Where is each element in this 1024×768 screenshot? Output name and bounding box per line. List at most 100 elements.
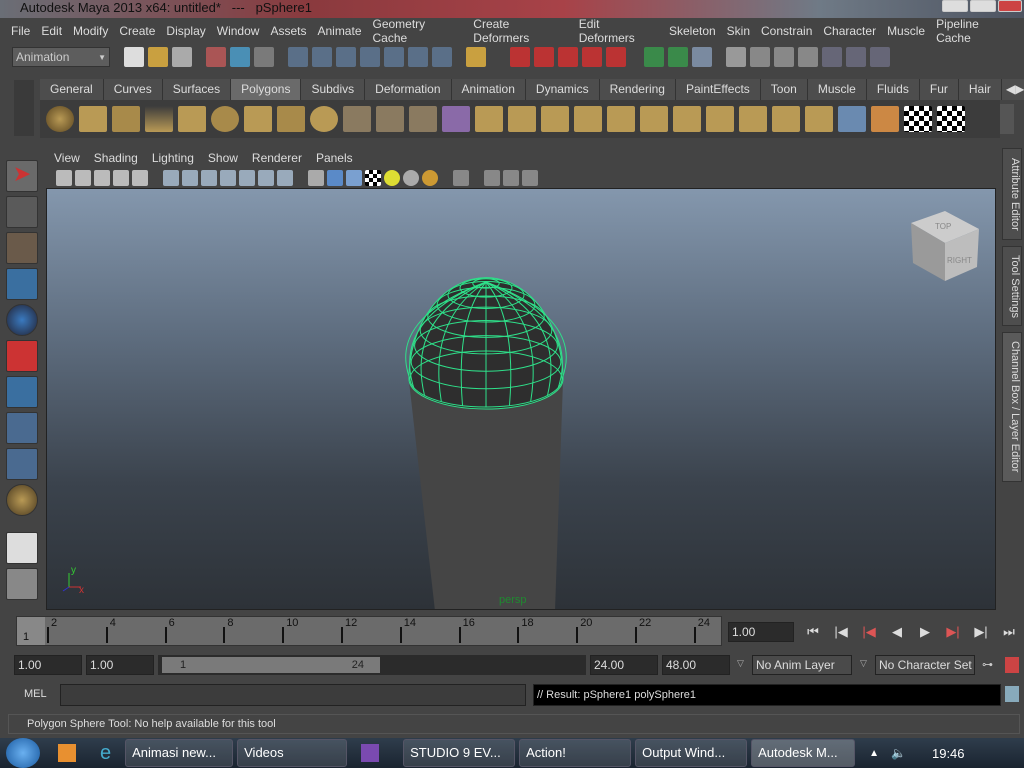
- play-backwards-button[interactable]: ◀: [886, 624, 908, 640]
- xray-joints-icon[interactable]: [503, 169, 519, 186]
- film-gate-icon[interactable]: [182, 169, 198, 186]
- help-icon[interactable]: [432, 47, 452, 67]
- menu-create[interactable]: Create: [116, 24, 163, 38]
- sculpt-icon[interactable]: [871, 106, 899, 132]
- shelf-tab-painteffects[interactable]: PaintEffects: [675, 79, 761, 100]
- select-tool-icon[interactable]: ➤: [6, 160, 38, 192]
- shelf-tab-animation[interactable]: Animation: [451, 79, 526, 100]
- extrude-icon[interactable]: [475, 106, 503, 132]
- xray-components-icon[interactable]: [522, 169, 538, 186]
- script-editor-icon[interactable]: [1005, 686, 1019, 702]
- menu-create-deformers[interactable]: Create Deformers: [470, 17, 575, 45]
- shelf-tab-surfaces[interactable]: Surfaces: [162, 79, 232, 100]
- paint-select-tool-icon[interactable]: [6, 232, 38, 264]
- snap-curve-icon[interactable]: [312, 47, 332, 67]
- gate-mask-icon[interactable]: [220, 169, 236, 186]
- insert-edge-loop-icon[interactable]: [607, 106, 635, 132]
- play-forwards-button[interactable]: ▶: [914, 624, 936, 640]
- start-button[interactable]: [6, 738, 40, 768]
- shelf-tab-dynamics[interactable]: Dynamics: [525, 79, 600, 100]
- offset-edge-loop-icon[interactable]: [640, 106, 668, 132]
- internet-explorer-icon[interactable]: e: [100, 742, 111, 765]
- step-forward-key-button[interactable]: ▶|: [942, 624, 964, 640]
- panel-menu-shading[interactable]: Shading: [94, 149, 138, 167]
- save-scene-icon[interactable]: [172, 47, 192, 67]
- shelf-tab-muscle[interactable]: Muscle: [807, 79, 867, 100]
- view-cube[interactable]: TOP RIGHT: [911, 211, 979, 281]
- shelf-tab-toon[interactable]: Toon: [760, 79, 808, 100]
- tool-settings-icon[interactable]: [846, 47, 866, 67]
- isolate-select-icon[interactable]: [453, 169, 469, 186]
- planar-mapping-icon[interactable]: [838, 106, 866, 132]
- volume-icon[interactable]: 🔈: [891, 746, 906, 760]
- menu-display[interactable]: Display: [163, 24, 213, 38]
- playback-end-field[interactable]: 24.00: [590, 655, 658, 675]
- snap-view-icon[interactable]: [360, 47, 380, 67]
- menu-edit-deformers[interactable]: Edit Deformers: [576, 17, 666, 45]
- field-chart-icon[interactable]: [239, 169, 255, 186]
- poly-sphere-icon[interactable]: [46, 106, 74, 132]
- step-forward-frame-button[interactable]: ▶|: [970, 624, 992, 640]
- default-light-icon[interactable]: [403, 169, 419, 186]
- minimize-button[interactable]: [942, 0, 968, 12]
- history-icon[interactable]: [692, 47, 712, 67]
- new-scene-icon[interactable]: [124, 47, 144, 67]
- append-polygon-icon[interactable]: [541, 106, 569, 132]
- particle-icon[interactable]: [408, 47, 428, 67]
- attribute-editor-icon[interactable]: [822, 47, 842, 67]
- menu-geometry-cache[interactable]: Geometry Cache: [370, 17, 471, 45]
- end-time-field[interactable]: 48.00: [662, 655, 730, 675]
- render-view-icon[interactable]: [726, 47, 746, 67]
- poly-cone-icon[interactable]: [145, 106, 173, 132]
- poly-torus-icon[interactable]: [211, 106, 239, 132]
- current-time-field[interactable]: 1.00: [728, 622, 794, 642]
- shelf-tab-polygons[interactable]: Polygons: [231, 79, 302, 100]
- separate-icon[interactable]: [376, 106, 404, 132]
- combine-icon[interactable]: [343, 106, 371, 132]
- xray-icon[interactable]: [484, 169, 500, 186]
- select-hierarchy-icon[interactable]: [206, 47, 226, 67]
- perspective-viewport[interactable]: persp y x TOP RIGHT: [46, 188, 996, 610]
- lasso-tool-icon[interactable]: [6, 196, 38, 228]
- render-settings-icon[interactable]: [798, 47, 818, 67]
- taskbar-item-action[interactable]: Action!: [519, 739, 632, 767]
- menu-set-dropdown[interactable]: Animation: [12, 47, 110, 67]
- menu-modify[interactable]: Modify: [70, 24, 116, 38]
- shelf-drag-handle[interactable]: [14, 80, 34, 136]
- split-polygon-icon[interactable]: [574, 106, 602, 132]
- output-icon[interactable]: [668, 47, 688, 67]
- ipr-render-icon[interactable]: [774, 47, 794, 67]
- time-slider[interactable]: 1 2 4 6 8 10 12 14 16 18 20 22 24: [16, 616, 722, 646]
- mel-command-input[interactable]: [60, 684, 526, 706]
- range-slider-handle[interactable]: 1 24: [162, 657, 380, 673]
- channel-box-tab[interactable]: Channel Box / Layer Editor: [1002, 332, 1022, 482]
- shelf-tab-hair[interactable]: Hair: [958, 79, 1002, 100]
- taskbar-item-chrome[interactable]: Animasi new...: [125, 739, 234, 767]
- menu-muscle[interactable]: Muscle: [884, 24, 933, 38]
- select-component-icon[interactable]: [254, 47, 274, 67]
- shelf-tab-deformation[interactable]: Deformation: [365, 79, 452, 100]
- poke-icon[interactable]: [805, 106, 833, 132]
- magnet-curve-icon[interactable]: [534, 47, 554, 67]
- snap-point-icon[interactable]: [336, 47, 356, 67]
- poly-soccer-ball-icon[interactable]: [310, 106, 338, 132]
- show-hidden-icons[interactable]: ▲: [869, 748, 879, 759]
- channel-box-icon[interactable]: [870, 47, 890, 67]
- panel-menu-renderer[interactable]: Renderer: [252, 149, 302, 167]
- taskbar-item-videos[interactable]: Videos: [237, 739, 348, 767]
- taskbar-item-output-window[interactable]: Output Wind...: [635, 739, 748, 767]
- animation-preferences-icon[interactable]: [1005, 657, 1019, 673]
- character-set-dropdown-arrow[interactable]: ▽: [860, 658, 867, 669]
- move-tool-icon[interactable]: [6, 268, 38, 300]
- shadows-icon[interactable]: [422, 169, 438, 186]
- taskbar-item-maya[interactable]: Autodesk M...: [751, 739, 856, 767]
- command-language-label[interactable]: MEL: [24, 688, 47, 700]
- input-icon[interactable]: [644, 47, 664, 67]
- shelf-tab-fur[interactable]: Fur: [919, 79, 959, 100]
- select-camera-icon[interactable]: [56, 169, 72, 186]
- menu-skin[interactable]: Skin: [724, 24, 758, 38]
- smooth-shade-icon[interactable]: [327, 169, 343, 186]
- render-icon[interactable]: [750, 47, 770, 67]
- image-plane-icon[interactable]: [113, 169, 129, 186]
- shelf-tab-fluids[interactable]: Fluids: [866, 79, 920, 100]
